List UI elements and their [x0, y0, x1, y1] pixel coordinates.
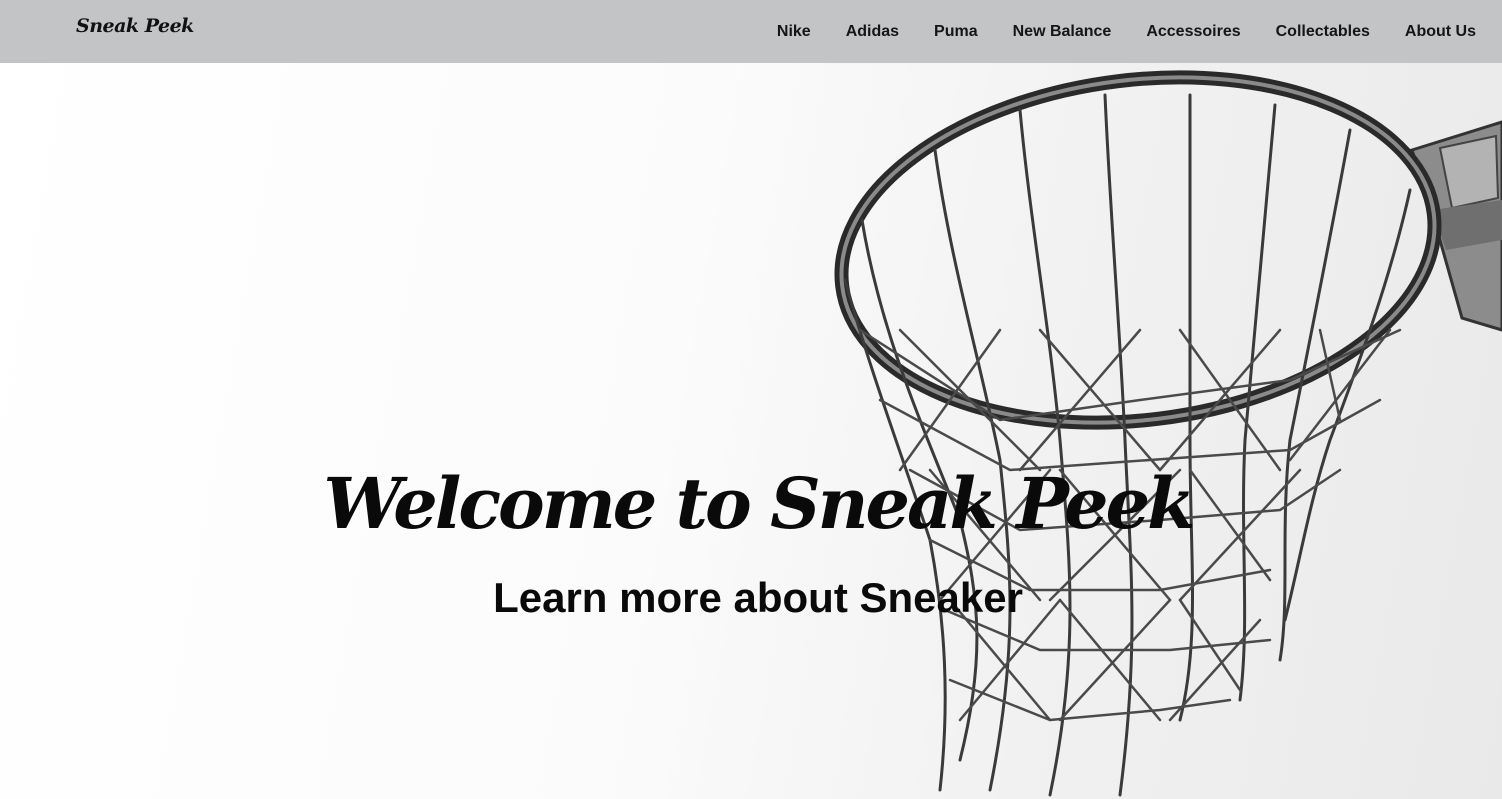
- navbar: Sneak Peek Nike Adidas Puma New Balance …: [0, 0, 1502, 63]
- nav-item-accessoires: Accessoires: [1146, 23, 1240, 41]
- brand-logo[interactable]: Sneak Peek: [76, 15, 194, 37]
- nav-link-accessoires[interactable]: Accessoires: [1146, 23, 1240, 40]
- nav-link-new-balance[interactable]: New Balance: [1013, 23, 1112, 40]
- nav-item-puma: Puma: [934, 23, 978, 41]
- nav-links: Nike Adidas Puma New Balance Accessoires…: [742, 0, 1476, 63]
- nav-link-about-us[interactable]: About Us: [1405, 23, 1476, 40]
- nav-item-new-balance: New Balance: [1013, 23, 1112, 41]
- nav-item-collectables: Collectables: [1276, 23, 1370, 41]
- basketball-hoop-net-icon: [834, 70, 1502, 797]
- nav-item-about-us: About Us: [1405, 23, 1476, 41]
- nav-item-adidas: Adidas: [846, 23, 899, 41]
- nav-item-nike: Nike: [777, 23, 811, 41]
- nav-link-adidas[interactable]: Adidas: [846, 23, 899, 40]
- hero-section: [0, 0, 1502, 799]
- nav-link-nike[interactable]: Nike: [777, 23, 811, 40]
- hero-title: Welcome to Sneak Peek: [323, 462, 1195, 545]
- hero-subtitle: Learn more about Sneaker: [493, 574, 1023, 621]
- nav-link-collectables[interactable]: Collectables: [1276, 23, 1370, 40]
- nav-link-puma[interactable]: Puma: [934, 23, 978, 40]
